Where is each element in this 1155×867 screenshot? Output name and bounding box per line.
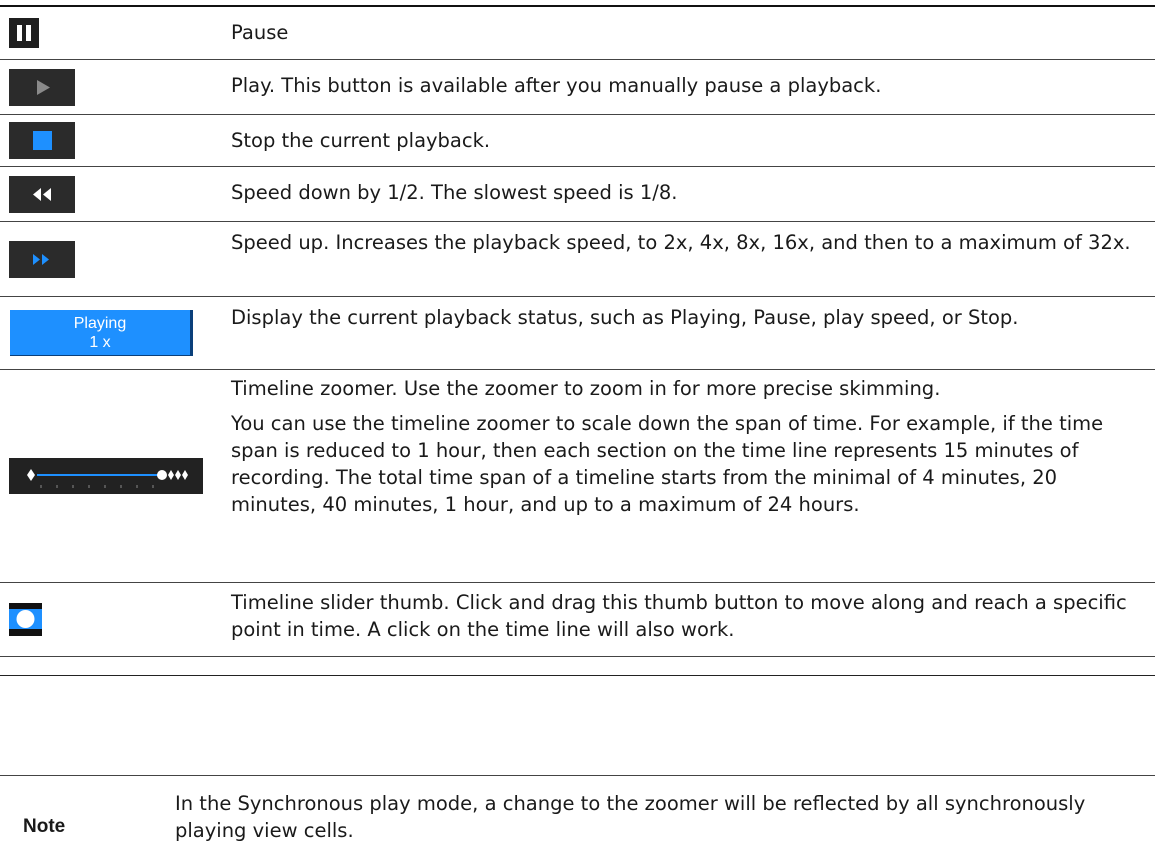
playback-status-indicator: Playing 1 x bbox=[10, 310, 193, 356]
note-label: Note bbox=[23, 816, 66, 837]
zoomer-summary: Timeline zoomer. Use the zoomer to zoom … bbox=[231, 377, 941, 400]
table-row: Stop the current playback. bbox=[0, 115, 1155, 167]
row-description: Stop the current playback. bbox=[231, 129, 491, 152]
table-row: Play. This button is available after you… bbox=[0, 60, 1155, 115]
status-speed: 1 x bbox=[89, 334, 111, 351]
table-row: Playing 1 x Display the current playback… bbox=[0, 297, 1155, 370]
controls-table: Pause Play. This button is available aft… bbox=[0, 5, 1155, 676]
row-description: Display the current playback status, suc… bbox=[231, 306, 1019, 329]
stop-icon[interactable] bbox=[9, 122, 75, 159]
row-description: Pause bbox=[231, 21, 289, 44]
table-row: Timeline slider thumb. Click and drag th… bbox=[0, 583, 1155, 657]
status-state: Playing bbox=[73, 315, 127, 332]
table-row bbox=[0, 657, 1155, 676]
row-description: Timeline zoomer. Use the zoomer to zoom … bbox=[231, 375, 1139, 518]
table-row: Speed down by 1/2. The slowest speed is … bbox=[0, 167, 1155, 222]
row-description: Speed up. Increases the playback speed, … bbox=[231, 231, 1131, 254]
row-description: Timeline slider thumb. Click and drag th… bbox=[231, 591, 1127, 641]
fast-forward-icon[interactable] bbox=[9, 240, 75, 278]
row-description: Play. This button is available after you… bbox=[231, 74, 882, 97]
note-text: In the Synchronous play mode, a change t… bbox=[175, 792, 1086, 842]
pause-icon[interactable] bbox=[9, 18, 39, 48]
rewind-icon[interactable] bbox=[9, 175, 75, 213]
table-row: Pause bbox=[0, 7, 1155, 60]
zoomer-detail: You can use the timeline zoomer to scale… bbox=[231, 412, 1104, 516]
slider-thumb-icon[interactable] bbox=[9, 603, 42, 636]
timeline-zoomer-icon[interactable] bbox=[9, 458, 203, 494]
play-icon[interactable] bbox=[9, 68, 75, 106]
note-divider bbox=[0, 775, 1155, 776]
table-row: Timeline zoomer. Use the zoomer to zoom … bbox=[0, 370, 1155, 583]
row-description: Speed down by 1/2. The slowest speed is … bbox=[231, 181, 678, 204]
table-row: Speed up. Increases the playback speed, … bbox=[0, 222, 1155, 297]
